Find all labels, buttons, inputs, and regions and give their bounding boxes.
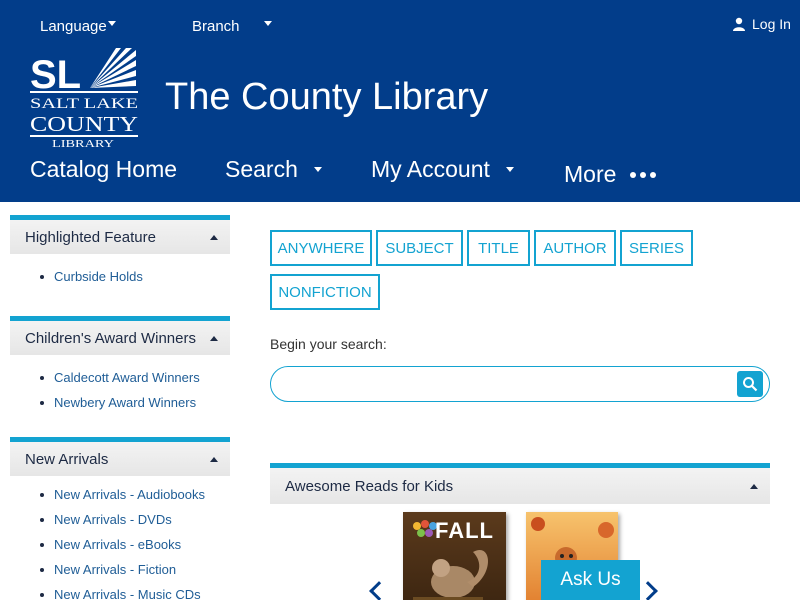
panel-title: Highlighted Feature xyxy=(25,228,156,246)
site-header: Language Branch Log In SL SALT LAKE COUN… xyxy=(0,0,800,202)
sidebar: Highlighted Feature Curbside Holds Child… xyxy=(10,215,230,600)
list-item[interactable]: New Arrivals - eBooks xyxy=(40,532,230,557)
nav-catalog-home-label: Catalog Home xyxy=(30,156,178,182)
panel-header[interactable]: Highlighted Feature xyxy=(10,220,230,254)
list-item[interactable]: Curbside Holds xyxy=(40,264,230,289)
branch-dropdown[interactable]: Branch xyxy=(192,18,272,35)
login-link[interactable]: Log In xyxy=(732,16,791,32)
nav-more-label: More xyxy=(564,161,617,187)
panel-header[interactable]: Children's Award Winners xyxy=(10,321,230,355)
logo-line-2: COUNTY xyxy=(30,112,138,136)
branch-label: Branch xyxy=(192,18,240,35)
book-cover-fall[interactable]: FALL xyxy=(403,512,506,600)
featured-panel-header[interactable]: Awesome Reads for Kids xyxy=(270,468,770,504)
panel-title: Children's Award Winners xyxy=(25,329,196,347)
chevron-up-icon xyxy=(210,335,218,341)
logo-mark: SL SALT LAKE COUNTY LIBRARY xyxy=(30,48,138,150)
nav-my-account-label: My Account xyxy=(371,156,490,182)
panel-new-arrivals: New Arrivals New Arrivals - Audiobooks N… xyxy=(10,437,230,600)
language-label: Language xyxy=(40,18,107,35)
language-dropdown[interactable]: Language xyxy=(40,18,116,35)
list-item[interactable]: Caldecott Award Winners xyxy=(40,365,230,390)
chevron-down-icon xyxy=(107,21,116,26)
nav-catalog-home[interactable]: Catalog Home xyxy=(30,156,177,183)
list-item[interactable]: New Arrivals - DVDs xyxy=(40,507,230,532)
search-icon xyxy=(743,377,758,392)
chevron-up-icon xyxy=(210,234,218,240)
site-title[interactable]: The County Library xyxy=(165,76,488,119)
list-item[interactable]: New Arrivals - Music CDs xyxy=(40,582,230,600)
search-type-subject[interactable]: SUBJECT xyxy=(376,230,463,266)
logo-line-3: LIBRARY xyxy=(52,139,114,148)
chevron-up-icon xyxy=(210,456,218,462)
search-type-anywhere[interactable]: ANYWHERE xyxy=(270,230,372,266)
featured-panel-title: Awesome Reads for Kids xyxy=(285,477,454,495)
search-type-title[interactable]: TITLE xyxy=(467,230,530,266)
panel-list: Caldecott Award Winners Newbery Award Wi… xyxy=(10,355,230,437)
search-type-author[interactable]: AUTHOR xyxy=(534,230,616,266)
nav-search-label: Search xyxy=(225,156,298,182)
search-button[interactable] xyxy=(737,371,763,397)
chevron-down-icon xyxy=(263,21,272,26)
nav-my-account[interactable]: My Account xyxy=(371,156,514,183)
search-box xyxy=(270,366,770,402)
list-item[interactable]: New Arrivals - Fiction xyxy=(40,557,230,582)
login-label: Log In xyxy=(752,16,791,32)
panel-highlighted-feature: Highlighted Feature Curbside Holds xyxy=(10,215,230,316)
panel-childrens-award-winners: Children's Award Winners Caldecott Award… xyxy=(10,316,230,437)
nav-more[interactable]: More xyxy=(564,161,657,188)
user-icon xyxy=(733,17,745,31)
featured-panel: Awesome Reads for Kids xyxy=(270,463,770,504)
library-logo[interactable]: SL SALT LAKE COUNTY LIBRARY xyxy=(30,48,140,150)
panel-header[interactable]: New Arrivals xyxy=(10,442,230,476)
list-item[interactable]: New Arrivals - Audiobooks xyxy=(40,482,230,507)
carousel-next-icon[interactable] xyxy=(638,581,658,600)
svg-text:SL: SL xyxy=(30,53,81,97)
panel-list: Curbside Holds xyxy=(10,254,230,316)
search-input[interactable] xyxy=(285,373,725,395)
search-prompt-label: Begin your search: xyxy=(270,336,387,352)
book-title: FALL xyxy=(435,518,494,543)
carousel-prev-icon[interactable] xyxy=(369,581,389,600)
more-dots-icon xyxy=(630,171,657,178)
chevron-down-icon xyxy=(313,167,322,172)
nav-search[interactable]: Search xyxy=(225,156,322,183)
ask-us-button[interactable]: Ask Us xyxy=(541,560,640,600)
panel-title: New Arrivals xyxy=(25,450,109,468)
chevron-up-icon xyxy=(750,483,758,489)
list-item[interactable]: Newbery Award Winners xyxy=(40,390,230,415)
panel-list: New Arrivals - Audiobooks New Arrivals -… xyxy=(10,476,230,600)
chevron-down-icon xyxy=(505,167,514,172)
search-type-nonfiction[interactable]: NONFICTION xyxy=(270,274,380,310)
logo-line-1: SALT LAKE xyxy=(30,96,138,112)
search-type-series[interactable]: SERIES xyxy=(620,230,693,266)
